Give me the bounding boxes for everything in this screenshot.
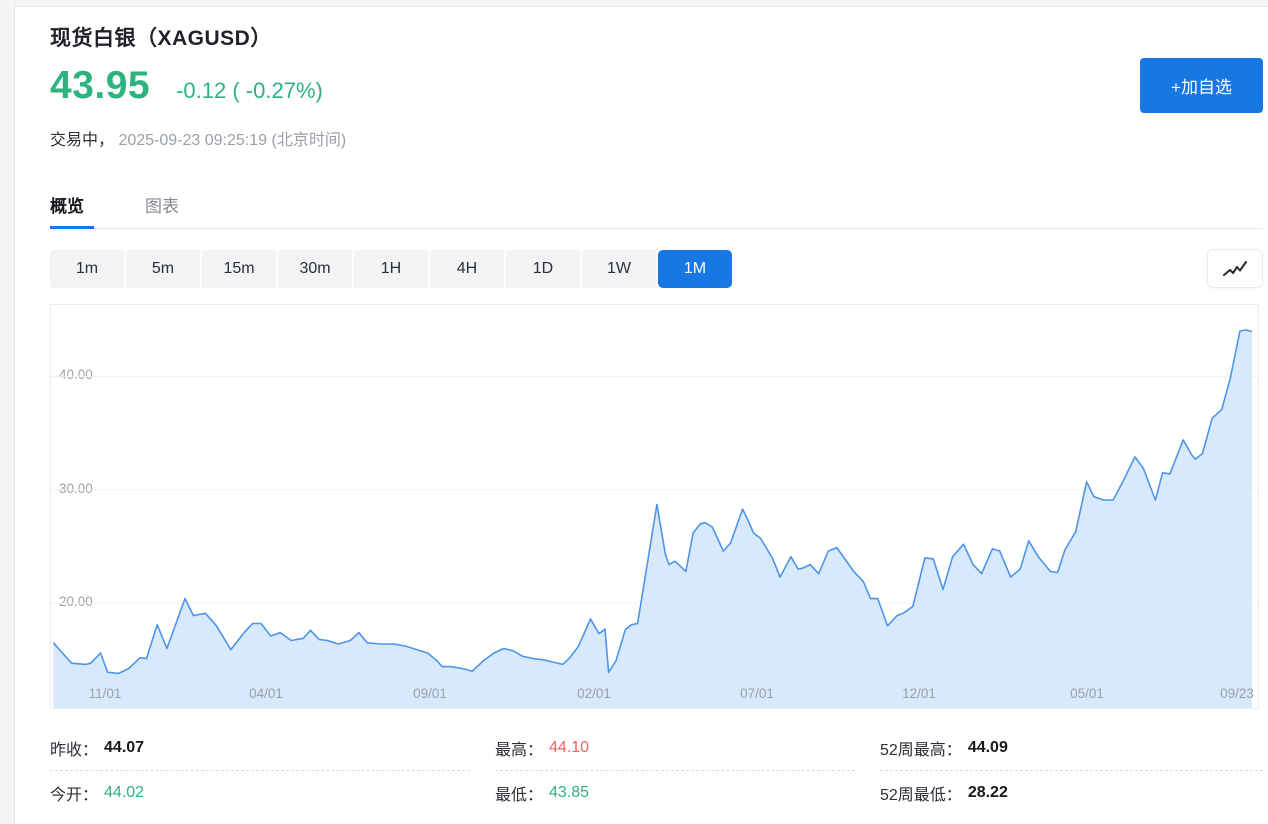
chart-style-toggle-button[interactable] <box>1207 249 1263 288</box>
x-axis-label: 12/01 <box>902 686 936 701</box>
left-edge-rail <box>0 0 15 824</box>
stat-row: 52周最高： 44.09 <box>880 726 1263 770</box>
stat-value: 44.10 <box>549 739 589 757</box>
stat-value: 44.02 <box>104 784 144 802</box>
stat-label: 最低： <box>495 781 543 805</box>
area-fill <box>53 330 1252 708</box>
active-tab-underline <box>50 226 94 229</box>
timeframe-button-15m[interactable]: 15m <box>202 250 276 288</box>
last-price: 43.95 <box>50 64 150 108</box>
stat-value: 43.85 <box>549 784 589 802</box>
top-divider-strip <box>0 0 1268 7</box>
price-row: 43.95 -0.12 ( -0.27%) <box>50 64 323 108</box>
tab-overview[interactable]: 概览 <box>50 192 84 217</box>
stat-row: 最高： 44.10 <box>495 726 855 770</box>
chart-plot <box>51 305 1258 708</box>
stat-label: 52周最高： <box>880 736 962 760</box>
tabs-divider <box>50 228 1263 229</box>
timeframe-button-1D[interactable]: 1D <box>506 250 580 288</box>
trading-status: 交易中， 2025-09-23 09:25:19 (北京时间) <box>50 126 346 150</box>
timeframe-button-4H[interactable]: 4H <box>430 250 504 288</box>
timeframe-button-1m[interactable]: 1m <box>50 250 124 288</box>
stat-value: 44.09 <box>968 739 1008 757</box>
stat-label: 52周最低： <box>880 781 962 805</box>
stat-row: 52周最低： 28.22 <box>880 771 1263 815</box>
stat-label: 最高： <box>495 736 543 760</box>
stats-column: 52周最高： 44.09 52周最低： 28.22 <box>880 726 1263 815</box>
x-axis-label: 07/01 <box>740 686 774 701</box>
timeframe-button-1M[interactable]: 1M <box>658 250 732 288</box>
stat-value: 44.07 <box>104 739 144 757</box>
timeframe-button-1W[interactable]: 1W <box>582 250 656 288</box>
trading-status-label: 交易中， <box>50 132 114 149</box>
stat-row: 今开： 44.02 <box>50 771 470 815</box>
stat-label: 今开： <box>50 781 98 805</box>
quote-page: 现货白银（XAGUSD） 43.95 -0.12 ( -0.27%) 交易中， … <box>0 0 1268 824</box>
x-axis-label: 09/23 <box>1220 686 1254 701</box>
x-axis-label: 09/01 <box>413 686 447 701</box>
trading-status-time: 2025-09-23 09:25:19 (北京时间) <box>118 132 346 149</box>
stats-column: 昨收： 44.07 今开： 44.02 <box>50 726 470 815</box>
quote-stats: 昨收： 44.07 今开： 44.02 最高： 44.10 最低： 43.85 52周最高： 44… <box>50 726 1263 815</box>
trend-line-icon <box>1222 260 1248 278</box>
price-chart[interactable]: 40.0030.0020.0010.0011/0104/0109/0102/01… <box>50 304 1259 709</box>
x-axis-label: 02/01 <box>577 686 611 701</box>
x-axis-label: 04/01 <box>249 686 283 701</box>
page-title: 现货白银（XAGUSD） <box>50 22 272 52</box>
stats-column: 最高： 44.10 最低： 43.85 <box>495 726 855 815</box>
stat-value: 28.22 <box>968 784 1008 802</box>
stat-row: 最低： 43.85 <box>495 771 855 815</box>
timeframe-bar: 1m5m15m30m1H4H1D1W1M <box>50 250 732 288</box>
tab-chart[interactable]: 图表 <box>145 192 179 217</box>
timeframe-button-1H[interactable]: 1H <box>354 250 428 288</box>
x-axis-label: 05/01 <box>1070 686 1104 701</box>
x-axis-label: 11/01 <box>89 686 122 701</box>
stat-label: 昨收： <box>50 736 98 760</box>
add-watchlist-button[interactable]: +加自选 <box>1140 58 1263 113</box>
timeframe-button-5m[interactable]: 5m <box>126 250 200 288</box>
timeframe-button-30m[interactable]: 30m <box>278 250 352 288</box>
price-change: -0.12 ( -0.27%) <box>176 78 323 104</box>
stat-row: 昨收： 44.07 <box>50 726 470 770</box>
